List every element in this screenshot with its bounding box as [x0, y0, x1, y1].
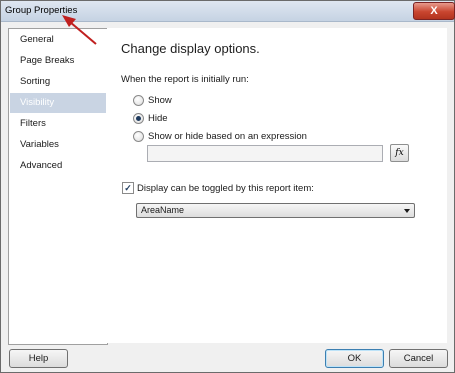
sidebar-item-page-breaks[interactable]: Page Breaks — [10, 51, 106, 71]
fx-icon: fx — [395, 148, 404, 158]
sidebar-item-variables[interactable]: Variables — [10, 135, 106, 155]
cancel-button[interactable]: Cancel — [389, 349, 448, 368]
close-icon: X — [430, 5, 438, 17]
visibility-panel: Change display options. When the report … — [107, 28, 447, 343]
toggle-item-value: AreaName — [141, 205, 185, 215]
help-button[interactable]: Help — [9, 349, 68, 368]
ok-button[interactable]: OK — [325, 349, 384, 368]
expression-radio[interactable] — [133, 131, 144, 142]
close-button[interactable]: X — [413, 2, 455, 20]
dialog-title: Group Properties — [5, 5, 78, 16]
radio-selected-dot — [136, 116, 141, 121]
expression-radio-label[interactable]: Show or hide based on an expression — [148, 131, 307, 142]
toggle-checkbox-label[interactable]: Display can be toggled by this report it… — [137, 183, 314, 194]
expression-builder-button[interactable]: fx — [390, 144, 409, 162]
hide-radio-label[interactable]: Hide — [148, 113, 168, 124]
initial-run-label: When the report is initially run: — [121, 74, 249, 85]
sidebar-item-sorting[interactable]: Sorting — [10, 72, 106, 92]
title-bar: Group Properties X — [1, 1, 455, 22]
toggle-checkbox[interactable]: ✓ — [122, 182, 134, 194]
group-properties-dialog: Group Properties X General Page Breaks S… — [0, 0, 455, 373]
hide-radio[interactable] — [133, 113, 144, 124]
page-heading: Change display options. — [121, 41, 260, 56]
chevron-down-icon — [404, 209, 410, 213]
page-nav-sidebar: General Page Breaks Sorting Visibility F… — [8, 28, 108, 345]
sidebar-item-general[interactable]: General — [10, 30, 106, 50]
toggle-item-dropdown[interactable]: AreaName — [136, 203, 415, 218]
sidebar-item-filters[interactable]: Filters — [10, 114, 106, 134]
show-radio[interactable] — [133, 95, 144, 106]
expression-input[interactable] — [147, 145, 383, 162]
sidebar-item-visibility[interactable]: Visibility — [10, 93, 106, 113]
show-radio-label[interactable]: Show — [148, 95, 172, 106]
sidebar-item-advanced[interactable]: Advanced — [10, 156, 106, 176]
